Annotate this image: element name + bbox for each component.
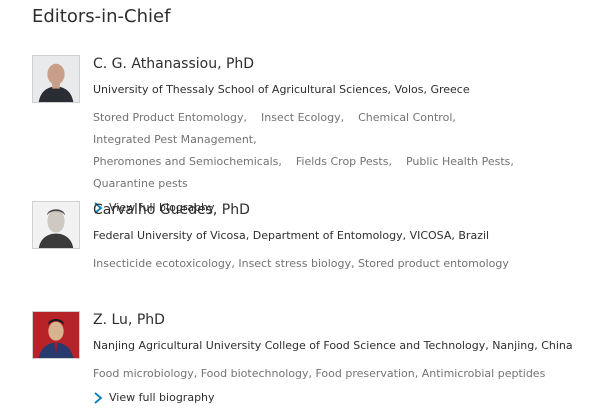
editor-name: C. G. Athanassiou, PhD xyxy=(93,56,255,72)
interest-tag: Fields Crop Pests, xyxy=(295,155,392,168)
chevron-right-icon xyxy=(94,391,103,404)
editor-interests: Food microbiology, Food biotechnology, F… xyxy=(93,367,546,380)
interest-tag: Quarantine pests xyxy=(93,177,188,190)
editor-interests: Stored Product Entomology, Insect Ecolog… xyxy=(93,107,593,195)
interest-tag: Stored Product Entomology, xyxy=(93,111,247,124)
editor-photo xyxy=(32,55,80,103)
editor-name: Z. Lu, PhD xyxy=(93,312,165,328)
interest-tag: Pheromones and Semiochemicals, xyxy=(93,155,282,168)
editor-interests: Insecticide ecotoxicology, Insect stress… xyxy=(93,257,509,270)
portrait-image xyxy=(33,56,79,102)
editor-affiliation: University of Thessaly School of Agricul… xyxy=(93,83,470,96)
section-title: Editors-in-Chief xyxy=(32,6,171,27)
interest-tag: Public Health Pests, xyxy=(405,155,514,168)
interest-tag: Chemical Control, xyxy=(358,111,456,124)
portrait-image xyxy=(33,312,79,358)
editor-name: Carvalho Guedes, PhD xyxy=(93,202,250,218)
editor-affiliation: Nanjing Agricultural University College … xyxy=(93,339,573,352)
portrait-image xyxy=(33,202,79,248)
view-biography-link[interactable]: View full biography xyxy=(93,391,215,404)
editor-affiliation: Federal University of Vicosa, Department… xyxy=(93,229,490,242)
interest-tag: Integrated Pest Management, xyxy=(93,133,257,146)
view-biography-label: View full biography xyxy=(109,391,215,404)
editor-photo xyxy=(32,311,80,359)
editor-photo xyxy=(32,201,80,249)
interest-tag: Insect Ecology, xyxy=(261,111,345,124)
